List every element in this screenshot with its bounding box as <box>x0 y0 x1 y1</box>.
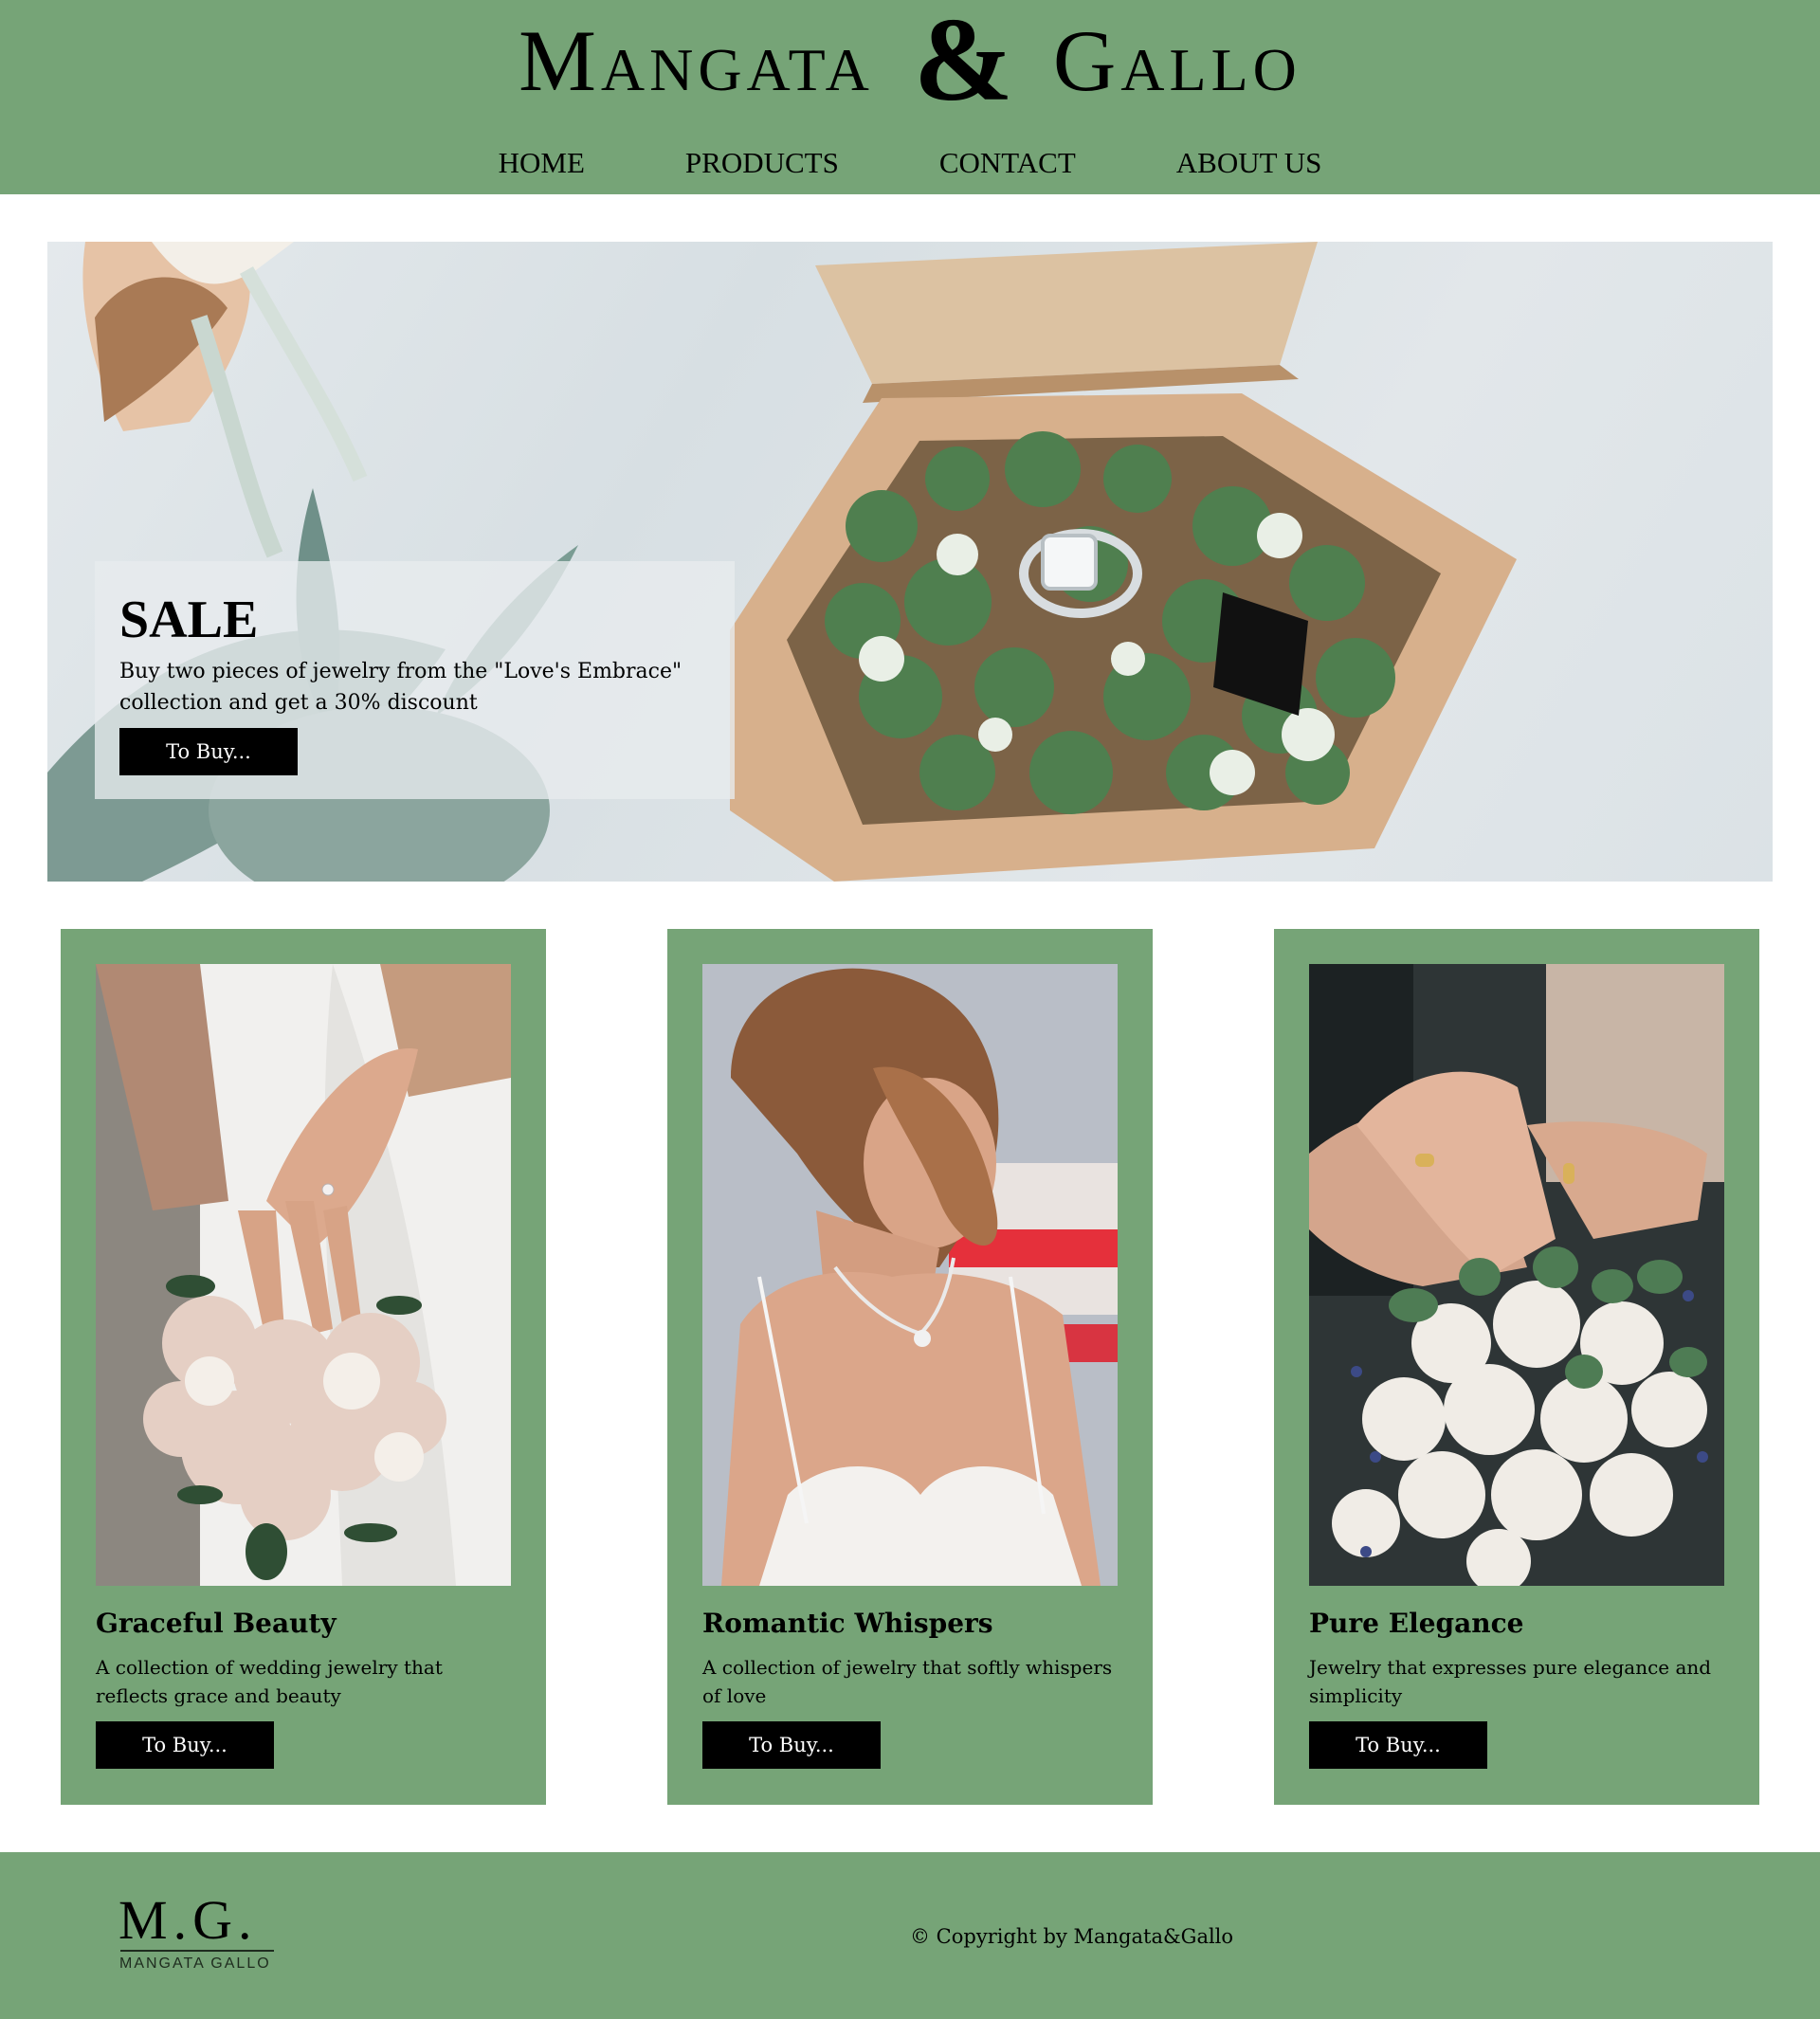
card-title: Pure Elegance <box>1309 1608 1524 1639</box>
card-description: A collection of jewelry that softly whis… <box>702 1656 1113 1707</box>
romantic-whispers-image[interactable] <box>702 964 1118 1586</box>
pure-elegance-image[interactable] <box>1309 964 1724 1586</box>
couple-hands-cotton-bouquet-image <box>1309 964 1724 1586</box>
sale-promo: SALE Buy two pieces of jewelry from the … <box>95 561 735 799</box>
sale-description: Buy two pieces of jewelry from the "Love… <box>119 660 682 715</box>
shoe-strap-2 <box>240 266 368 482</box>
nav-about-us[interactable]: ABOUT US <box>1176 142 1322 184</box>
bride-bouquet-ring-image <box>96 964 511 1586</box>
brand-name-right: Gallo <box>1052 12 1301 109</box>
footer-logo-subtitle: MANGATA GALLO <box>119 1955 271 1972</box>
main-nav: HOME PRODUCTS CONTACT ABOUT US <box>0 142 1820 184</box>
card-description: Jewelry that expresses pure elegance and… <box>1309 1656 1712 1707</box>
ring-diamond <box>1041 534 1098 591</box>
card-buy-button[interactable]: To Buy... <box>1309 1721 1487 1769</box>
nav-products[interactable]: PRODUCTS <box>685 142 839 184</box>
product-card-romantic-whispers: Romantic Whispers A collection of jewelr… <box>667 929 1153 1805</box>
card-buy-button[interactable]: To Buy... <box>702 1721 881 1769</box>
sale-buy-button[interactable]: To Buy... <box>119 728 298 775</box>
sale-title: SALE <box>119 591 259 649</box>
product-card-graceful-beauty: Graceful Beauty A collection of wedding … <box>61 929 546 1805</box>
nav-contact[interactable]: CONTACT <box>939 142 1076 184</box>
card-buy-button[interactable]: To Buy... <box>96 1721 274 1769</box>
hero-banner: SALE Buy two pieces of jewelry from the … <box>47 242 1773 882</box>
box-lid <box>815 242 1318 384</box>
site-header: Mangata & Gallo HOME PRODUCTS CONTACT AB… <box>0 0 1820 194</box>
card-title: Graceful Beauty <box>96 1608 337 1639</box>
product-card-pure-elegance: Pure Elegance Jewelry that expresses pur… <box>1274 929 1759 1805</box>
brand-logo[interactable]: Mangata & Gallo <box>0 1 1820 120</box>
nav-home[interactable]: HOME <box>499 142 585 184</box>
site-footer: M.G. MANGATA GALLO © Copyright by Mangat… <box>0 1852 1820 2019</box>
graceful-beauty-image[interactable] <box>96 964 511 1586</box>
copyright-text: © Copyright by Mangata&Gallo <box>910 1925 1234 1948</box>
bride-necklace-image <box>702 964 1118 1586</box>
brand-ampersand: & <box>913 0 1013 126</box>
brand-name-left: Mangata <box>519 12 874 109</box>
card-description: A collection of wedding jewelry that ref… <box>96 1656 443 1707</box>
footer-logo-divider <box>120 1950 274 1952</box>
shoe-strap <box>191 315 283 558</box>
footer-logo-mark[interactable]: M.G. <box>118 1892 257 1949</box>
card-title: Romantic Whispers <box>702 1608 993 1639</box>
